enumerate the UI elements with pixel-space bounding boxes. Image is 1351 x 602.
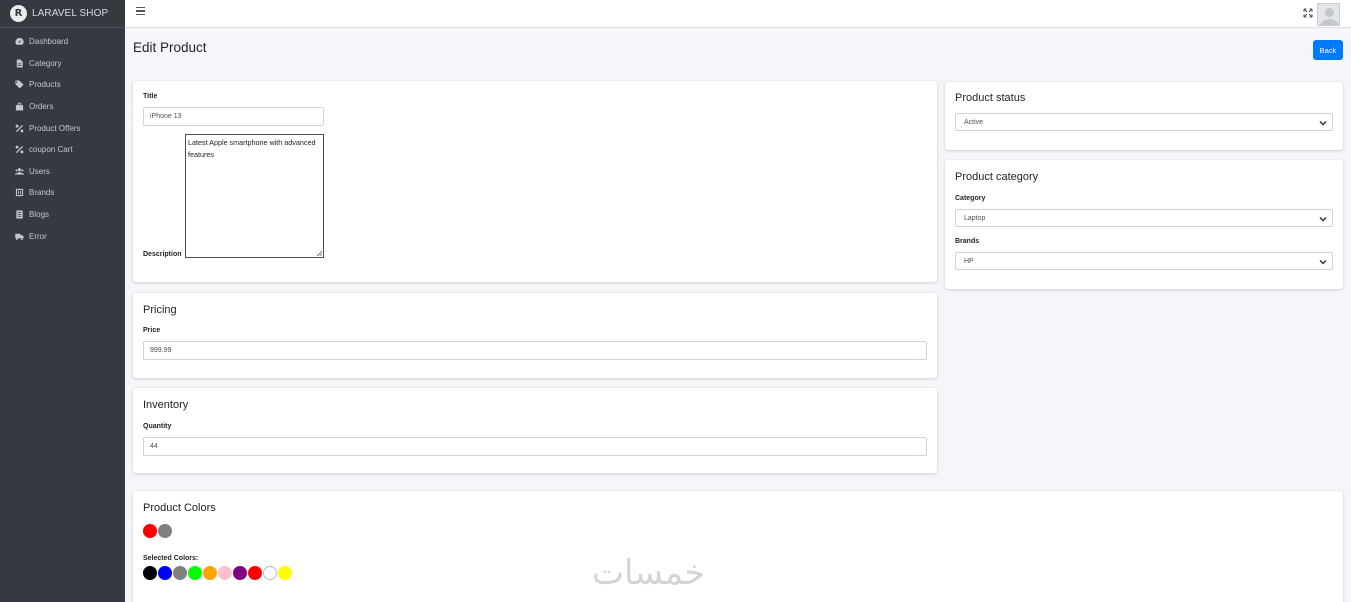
category-select-value: Laptop xyxy=(964,214,986,222)
sidebar-item-error[interactable]: Error xyxy=(0,225,125,247)
sidebar-item-label: Blogs xyxy=(29,210,50,220)
product-status-title: Product status xyxy=(955,92,1026,104)
title-input[interactable]: iPhone 13 xyxy=(143,107,324,126)
sidebar-item-products[interactable]: Products xyxy=(0,74,125,96)
selected-color-swatch[interactable] xyxy=(173,566,187,580)
price-input[interactable]: 999.99 xyxy=(143,341,927,360)
product-category-title: Product category xyxy=(955,171,1039,183)
sidebar-item-blogs[interactable]: Blogs xyxy=(0,204,125,226)
pricing-title: Pricing xyxy=(143,304,177,316)
sidebar-item-users[interactable]: Users xyxy=(0,161,125,183)
resize-handle-icon[interactable] xyxy=(316,250,322,256)
brand-name: LARAVEL SHOP xyxy=(32,8,109,19)
product-colors-card: Product Colors Selected Colors: xyxy=(133,491,1343,602)
top-navbar xyxy=(125,0,1351,28)
sidebar-item-coupon-cart[interactable]: coupon Cart xyxy=(0,139,125,161)
tag-icon xyxy=(14,80,24,90)
category-select[interactable]: Laptop xyxy=(955,209,1333,227)
selected-color-swatch[interactable] xyxy=(158,566,172,580)
sidebar-item-label: Users xyxy=(29,166,50,176)
pricing-card: Pricing Price 999.99 xyxy=(133,293,937,378)
quantity-label: Quantity xyxy=(143,423,172,430)
quantity-input[interactable]: 44 xyxy=(143,437,927,456)
description-label: Description xyxy=(143,251,182,258)
title-label: Title xyxy=(143,93,158,100)
sidebar-item-label: Products xyxy=(29,80,61,90)
brands-select-value: HP xyxy=(964,257,974,265)
description-text: Latest Apple smartphone with advanced fe… xyxy=(188,138,316,159)
user-avatar[interactable] xyxy=(1317,3,1340,26)
brands-label: Brands xyxy=(955,238,980,245)
sidebar-item-label: Orders xyxy=(29,102,54,112)
brand-link[interactable]: R LARAVEL SHOP xyxy=(0,0,125,28)
available-colors xyxy=(143,524,173,538)
status-select[interactable]: Active xyxy=(955,113,1333,131)
category-label: Category xyxy=(955,195,986,202)
dashboard-icon xyxy=(14,37,24,47)
percent-icon xyxy=(14,145,24,155)
selected-color-swatch[interactable] xyxy=(263,566,277,580)
sidebar-item-label: Brands xyxy=(29,188,55,198)
shopping-bag-icon xyxy=(14,102,24,112)
status-select-value: Active xyxy=(964,118,984,126)
watermark-logo: خمسات xyxy=(592,553,706,593)
product-category-card: Product category Category Laptop Brands … xyxy=(945,160,1343,289)
sidebar-item-label: coupon Cart xyxy=(29,145,73,155)
brand-icon xyxy=(14,188,24,198)
sidebar-item-orders[interactable]: Orders xyxy=(0,96,125,118)
color-swatch[interactable] xyxy=(143,524,157,538)
sidebar-item-brands[interactable]: Brands xyxy=(0,182,125,204)
product-info-card: Title iPhone 13 Latest Apple smartphone … xyxy=(133,81,937,282)
sidebar-item-label: Dashboard xyxy=(29,37,69,47)
product-colors-title: Product Colors xyxy=(143,502,216,514)
inventory-title: Inventory xyxy=(143,399,189,411)
chevron-down-icon xyxy=(1319,216,1327,222)
truck-icon xyxy=(14,231,24,241)
product-status-card: Product status Active xyxy=(945,82,1343,150)
chevron-down-icon xyxy=(1319,259,1327,265)
selected-color-swatch[interactable] xyxy=(218,566,232,580)
brands-select[interactable]: HP xyxy=(955,252,1333,270)
blog-icon xyxy=(14,210,24,220)
description-textarea[interactable]: Latest Apple smartphone with advanced fe… xyxy=(185,134,324,258)
selected-color-swatch[interactable] xyxy=(278,566,292,580)
sidebar-nav: Dashboard Category Products Orders Produ… xyxy=(0,28,125,247)
back-button[interactable]: Back xyxy=(1313,40,1343,60)
inventory-card: Inventory Quantity 44 xyxy=(133,388,937,473)
sidebar-item-label: Product Offers xyxy=(29,123,81,133)
percent-icon xyxy=(14,123,24,133)
sidebar-item-dashboard[interactable]: Dashboard xyxy=(0,31,125,53)
chevron-down-icon xyxy=(1319,120,1327,126)
price-label: Price xyxy=(143,327,161,334)
selected-color-swatch[interactable] xyxy=(203,566,217,580)
sidebar-item-category[interactable]: Category xyxy=(0,53,125,75)
selected-color-swatch[interactable] xyxy=(143,566,157,580)
selected-colors-label: Selected Colors: xyxy=(143,555,199,562)
sidebar-item-label: Error xyxy=(29,231,47,241)
file-icon xyxy=(14,58,24,68)
color-swatch[interactable] xyxy=(158,524,172,538)
selected-color-swatch[interactable] xyxy=(248,566,262,580)
page-title: Edit Product xyxy=(133,40,207,55)
fullscreen-icon[interactable] xyxy=(1303,8,1313,18)
selected-colors xyxy=(143,566,293,580)
hamburger-menu-icon[interactable] xyxy=(136,7,145,15)
users-icon xyxy=(14,166,24,176)
sidebar-item-product-offers[interactable]: Product Offers xyxy=(0,117,125,139)
sidebar: R LARAVEL SHOP Dashboard Category Produc… xyxy=(0,0,125,602)
sidebar-item-label: Category xyxy=(29,58,62,68)
brand-logo-icon: R xyxy=(10,5,27,22)
selected-color-swatch[interactable] xyxy=(233,566,247,580)
selected-color-swatch[interactable] xyxy=(188,566,202,580)
